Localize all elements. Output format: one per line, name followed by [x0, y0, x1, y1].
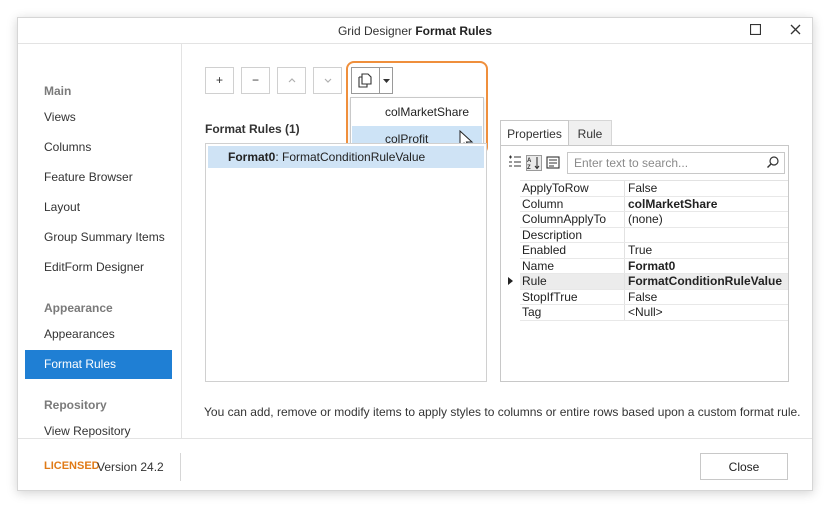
- version-label: Version 24.2: [97, 460, 164, 474]
- list-item[interactable]: Format0: FormatConditionRuleValue: [208, 146, 484, 168]
- property-value: True: [628, 243, 652, 257]
- property-name: Tag: [522, 305, 625, 320]
- property-name: ColumnApplyTo: [522, 212, 625, 227]
- sidebar-item-view-repository[interactable]: View Repository: [25, 417, 172, 446]
- property-grid: AZ Enter text to search... ApplyToRow Fa…: [500, 145, 789, 382]
- property-name: StopIfTrue: [522, 290, 625, 305]
- sidebar-item-editform-designer[interactable]: EditForm Designer: [25, 253, 172, 282]
- close-button[interactable]: Close: [700, 453, 788, 480]
- title-bar: Grid Designer Format Rules: [18, 18, 812, 43]
- sort-alphabetical-icon[interactable]: AZ: [526, 155, 542, 171]
- sidebar-item-views[interactable]: Views: [25, 103, 172, 132]
- window-title: Grid Designer Format Rules: [18, 24, 812, 38]
- sidebar-item-columns[interactable]: Columns: [25, 133, 172, 162]
- property-row-name[interactable]: Name Format0: [520, 259, 788, 275]
- chevron-up-icon: [288, 78, 296, 83]
- property-pages-icon[interactable]: [545, 155, 561, 171]
- property-search-placeholder: Enter text to search...: [574, 156, 688, 170]
- property-row-stopiftrue[interactable]: StopIfTrue False: [520, 290, 788, 306]
- dropdown-arrow-button[interactable]: [380, 68, 392, 93]
- help-description: You can add, remove or modify items to a…: [204, 405, 801, 419]
- grid-designer-window: Grid Designer Format Rules Main Views Co…: [17, 17, 813, 491]
- sidebar-item-layout[interactable]: Layout: [25, 193, 172, 222]
- window-title-prefix: Grid Designer: [338, 24, 412, 38]
- property-row-column[interactable]: Column colMarketShare: [520, 197, 788, 213]
- property-row-rule[interactable]: Rule FormatConditionRuleValue: [520, 274, 788, 290]
- property-name: Column: [522, 197, 625, 212]
- copy-button[interactable]: [352, 68, 379, 93]
- maximize-icon[interactable]: [743, 20, 767, 40]
- sidebar-item-format-rules[interactable]: Format Rules: [25, 350, 172, 379]
- sidebar-header-appearance: Appearance: [44, 301, 113, 315]
- add-rule-button[interactable]: +: [205, 67, 234, 94]
- move-down-button[interactable]: [313, 67, 342, 94]
- sidebar-item-group-summary-items[interactable]: Group Summary Items: [25, 223, 172, 252]
- property-name: Enabled: [522, 243, 625, 258]
- categorized-icon[interactable]: [507, 155, 523, 171]
- property-search-input[interactable]: Enter text to search...: [567, 152, 785, 174]
- property-value: <Null>: [628, 305, 663, 319]
- property-name: Description: [522, 228, 625, 243]
- sidebar-item-appearances[interactable]: Appearances: [25, 320, 172, 349]
- row-marker-icon: [508, 277, 513, 285]
- property-row-applytorow[interactable]: ApplyToRow False: [520, 181, 788, 197]
- property-value: False: [628, 181, 657, 195]
- property-name: Rule: [522, 274, 625, 289]
- property-name: Name: [522, 259, 625, 274]
- property-value: (none): [628, 212, 663, 226]
- sidebar-header-main: Main: [44, 84, 71, 98]
- property-value: False: [628, 290, 657, 304]
- copy-split-button[interactable]: [351, 67, 393, 94]
- remove-label: −: [252, 73, 259, 87]
- window-title-bold: Format Rules: [415, 24, 492, 38]
- rule-name: Format0: [228, 150, 275, 164]
- chevron-down-icon: [324, 78, 332, 83]
- property-row-columnapplyto[interactable]: ColumnApplyTo (none): [520, 212, 788, 228]
- sidebar-nav: Main Views Columns Feature Browser Layou…: [18, 44, 182, 438]
- property-row-description[interactable]: Description: [520, 228, 788, 244]
- copy-icon: [358, 73, 372, 88]
- property-row-enabled[interactable]: Enabled True: [520, 243, 788, 259]
- property-value: colMarketShare: [628, 197, 717, 211]
- format-rules-label: Format Rules (1): [205, 122, 300, 136]
- svg-text:Z: Z: [527, 165, 531, 170]
- sidebar-item-feature-browser[interactable]: Feature Browser: [25, 163, 172, 192]
- dropdown-item-colmarketshare[interactable]: colMarketShare: [352, 99, 482, 125]
- property-value: FormatConditionRuleValue: [628, 274, 782, 288]
- licensed-badge: LICENSED: [44, 460, 100, 472]
- svg-text:A: A: [527, 158, 532, 164]
- close-icon[interactable]: [783, 20, 807, 40]
- property-row-tag[interactable]: Tag <Null>: [520, 305, 788, 321]
- format-rules-list: Format0: FormatConditionRuleValue: [205, 143, 487, 382]
- add-label: +: [216, 73, 223, 87]
- property-name: ApplyToRow: [522, 181, 625, 196]
- sidebar-header-repository: Repository: [44, 398, 107, 412]
- caret-down-icon: [383, 79, 390, 83]
- footer-divider: [180, 453, 181, 481]
- footer-separator: [18, 438, 812, 439]
- property-value: Format0: [628, 259, 675, 273]
- remove-rule-button[interactable]: −: [241, 67, 270, 94]
- search-icon: [766, 155, 780, 169]
- tab-properties[interactable]: Properties: [500, 120, 569, 146]
- property-grid-rows: ApplyToRow False Column colMarketShare C…: [520, 180, 788, 321]
- tab-rule[interactable]: Rule: [569, 120, 612, 146]
- rule-type: : FormatConditionRuleValue: [275, 150, 425, 164]
- move-up-button[interactable]: [277, 67, 306, 94]
